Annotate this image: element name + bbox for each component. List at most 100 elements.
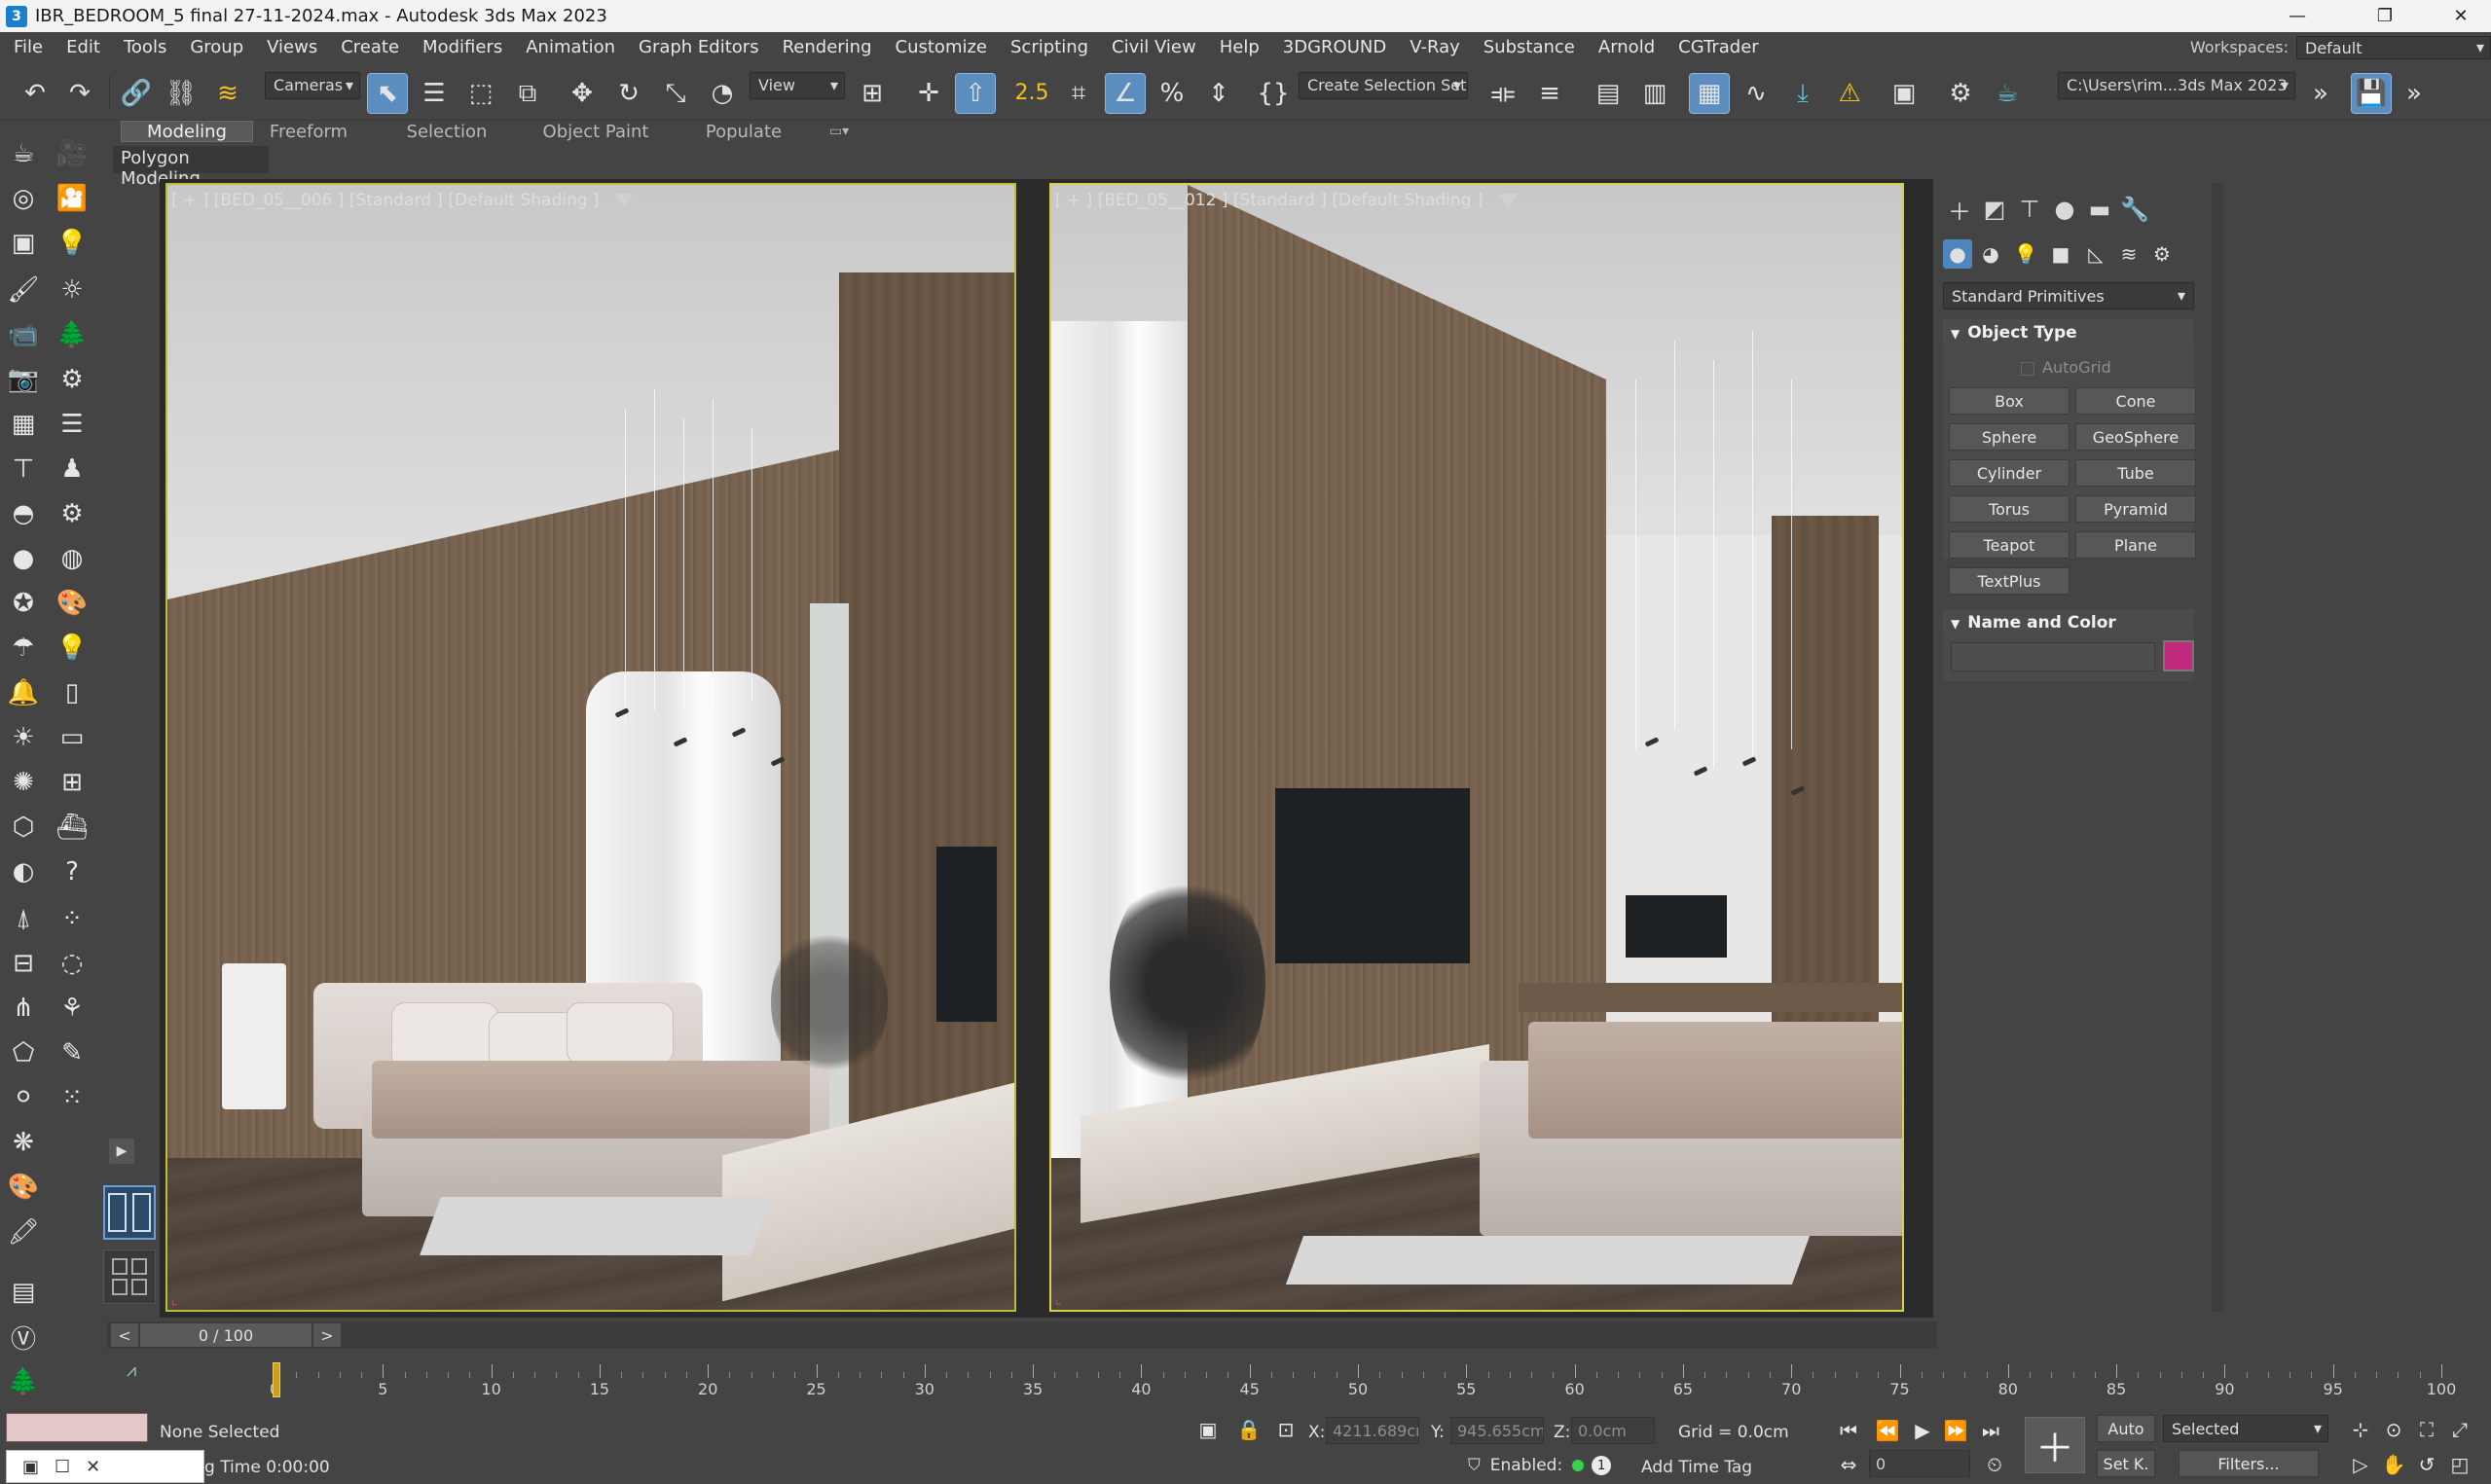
gear-icon[interactable]: ⚙ [55,496,90,531]
x-coordinate-field[interactable]: 4211.689cm [1326,1417,1419,1444]
mirror-icon[interactable]: ⟚ [1484,74,1522,113]
reference-coord-dropdown[interactable]: View [750,72,845,99]
viewport-menu-plus[interactable]: [ + ] [171,191,208,210]
points-icon[interactable]: ⁘ [55,901,90,936]
field-of-view-icon[interactable]: ▷ [2346,1450,2375,1479]
tab-populate[interactable]: Populate [693,121,794,142]
menu-edit[interactable]: Edit [55,37,112,57]
grass-icon[interactable]: ⋔ [6,991,41,1026]
layer-stack-icon[interactable]: ▤ [6,1275,41,1310]
tree-icon[interactable]: 🌲 [55,317,90,352]
pyramid-button[interactable]: Pyramid [2075,495,2196,523]
menu-3dground[interactable]: 3DGROUND [1271,37,1398,57]
set-key-button[interactable]: Set K. [2097,1450,2155,1477]
motion-icon[interactable]: ● [2048,193,2081,226]
display-icon[interactable]: ▬ [2083,193,2116,226]
edit-icon[interactable]: ✎ [55,1035,90,1070]
viewport-shading-label[interactable]: [Default Shading ] [1332,191,1483,210]
warning-icon[interactable]: ⚠ [1830,74,1869,113]
next-frame-icon[interactable]: ⏩ [1941,1417,1970,1444]
absolute-mode-icon[interactable]: ⊡ [1271,1415,1300,1444]
time-slider-thumb[interactable]: 0 / 100 [140,1323,311,1347]
add-time-tag-button[interactable]: Add Time Tag [1641,1458,1752,1477]
utilities-icon[interactable]: 🔧 [2118,193,2151,226]
helpers-icon[interactable]: ⚘ [55,991,90,1026]
figure-up-icon[interactable]: ⍋ [6,901,41,936]
video-icon[interactable]: 📹 [6,317,41,352]
cameras-icon[interactable]: ■ [2046,239,2075,269]
maximize-viewport-icon[interactable]: ◰ [2445,1450,2474,1479]
curve-editor-icon[interactable]: ∿ [1737,74,1776,113]
textplus-button[interactable]: TextPlus [1949,567,2070,595]
bell-icon[interactable]: 🔔 [6,675,41,710]
menu-animation[interactable]: Animation [514,37,627,57]
snap-settings-icon[interactable]: ⌗ [1059,74,1098,113]
create-icon[interactable]: ＋ [1943,193,1976,226]
systems-icon[interactable]: ⚙ [2147,239,2177,269]
torus-button[interactable]: Torus [1949,495,2070,523]
ribbon-options-icon[interactable]: ▭▾ [820,121,859,142]
menu-scripting[interactable]: Scripting [999,37,1100,57]
spinner-snap-icon[interactable]: ⇕ [1199,74,1238,113]
go-to-start-icon[interactable]: ⏮ [1834,1417,1863,1444]
go-to-end-icon[interactable]: ⏭ [1976,1417,2005,1444]
auto-key-button[interactable]: Auto [2097,1415,2155,1442]
name-color-rollout-header[interactable]: ▼ Name and Color [1943,609,2194,636]
zoom-extents-icon[interactable]: ⛶ [2412,1415,2441,1444]
geosphere-icon[interactable]: ✪ [6,586,41,621]
edit-named-sets-icon[interactable]: {} [1254,74,1293,113]
lock-icon[interactable]: 🔒 [1234,1415,1264,1444]
camera-icon[interactable]: 📷 [6,362,41,397]
move-icon[interactable]: ✥ [563,74,602,113]
redo-icon[interactable]: ↷ [60,74,99,113]
shield-icon[interactable]: ⛉ [1468,1456,1481,1475]
set-key-icon[interactable]: ＋ [2025,1417,2085,1473]
toolbar-overflow-icon[interactable]: » [2301,74,2340,113]
y-coordinate-field[interactable]: 945.655cm [1450,1417,1544,1444]
ribbon-panel-polygon-modeling[interactable]: Polygon Modeling [113,146,269,189]
forest-icon[interactable]: 🌲 [6,1364,41,1399]
mini-curve-editor-icon[interactable]: ⩘ [127,1360,136,1381]
object-type-rollout-header[interactable]: ▼ Object Type [1943,319,2194,346]
menu-views[interactable]: Views [255,37,329,57]
tab-object-paint[interactable]: Object Paint [539,121,652,142]
cone-button[interactable]: Cone [2075,387,2196,415]
key-filters-button[interactable]: Filters... [2179,1450,2319,1477]
create-selection-set-dropdown[interactable]: Create Selection Set [1299,72,1468,99]
menu-arnold[interactable]: Arnold [1587,37,1667,57]
dome-icon[interactable]: ◓ [6,496,41,531]
close-thumb-icon[interactable]: ✕ [86,1457,100,1477]
viewport-left[interactable]: ⌞ [ + ] [BED_05__006 ] [Standard ] [Defa… [165,183,1016,1312]
taskbar-preview[interactable]: ▣ ☐ ✕ [6,1450,204,1483]
cylinder-button[interactable]: Cylinder [1949,459,2070,487]
burst-icon[interactable]: ✺ [6,765,41,800]
keyboard-shortcut-icon[interactable]: ⇧ [955,73,996,114]
menu-help[interactable]: Help [1208,37,1271,57]
layer-explorer-icon[interactable]: ▥ [1635,74,1674,113]
viewport-layout-four-icon[interactable] [103,1249,156,1304]
palette-icon[interactable]: 🎨 [55,586,90,621]
placement-icon[interactable]: ◔ [703,74,742,113]
umbrella-icon[interactable]: ☂ [6,631,41,666]
filter-icon[interactable] [613,194,634,207]
list-icon[interactable]: ☰ [55,407,90,442]
autogrid-checkbox[interactable]: AutoGrid [2021,358,2111,377]
geometry-icon[interactable]: ● [1943,239,1972,269]
scatter-icon[interactable]: ⁙ [55,1080,90,1115]
angle-snap-icon[interactable]: ∠ [1105,73,1146,114]
boat-icon[interactable]: ⛴ [55,810,90,845]
box-icon[interactable]: ▣ [6,226,41,261]
bind-spacewarp-icon[interactable]: ≋ [208,74,247,113]
viewport-mode-label[interactable]: [Standard ] [1233,191,1327,210]
menu-cgtrader[interactable]: CGTrader [1667,37,1771,57]
modify-icon[interactable]: ◩ [1978,193,2011,226]
light-bulb-icon[interactable]: 💡 [55,226,90,261]
frame-icon[interactable]: ▭ [55,720,90,755]
orbit-icon[interactable]: ↺ [2412,1450,2441,1479]
viewport-menu-plus[interactable]: [ + ] [1055,191,1092,210]
project-path-dropdown[interactable]: C:\Users\rim...3ds Max 2023 [2058,72,2295,99]
tube-button[interactable]: Tube [2075,459,2196,487]
globe-icon[interactable]: ◍ [55,541,90,576]
pivot-center-icon[interactable]: ⊞ [853,74,892,113]
scale-icon[interactable]: ⤡ [656,74,695,113]
